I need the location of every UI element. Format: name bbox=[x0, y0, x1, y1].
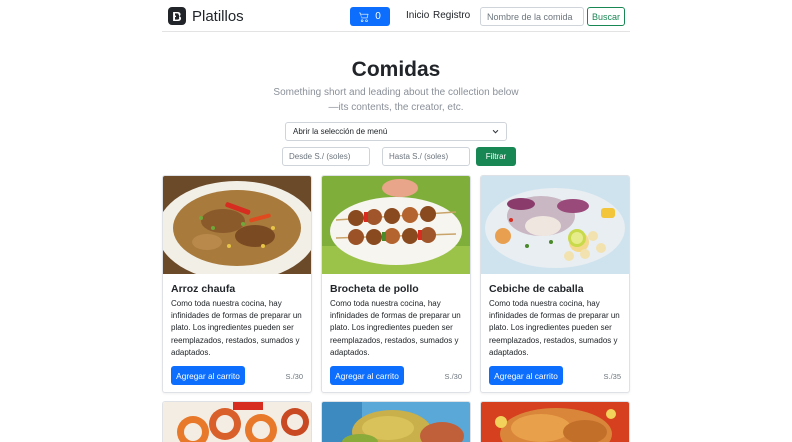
card-text: Como toda nuestra cocina, hay infinidade… bbox=[489, 299, 620, 357]
food-card-image bbox=[321, 401, 471, 442]
search-input[interactable] bbox=[480, 7, 584, 26]
food-card-image bbox=[162, 401, 312, 442]
page-title: Comidas bbox=[351, 58, 441, 81]
add-to-cart-button[interactable]: Agregar al carrito bbox=[171, 366, 245, 385]
cart-icon bbox=[359, 12, 369, 22]
nav-link-inicio[interactable]: Inicio bbox=[406, 10, 429, 21]
card-price: S./35 bbox=[603, 372, 621, 381]
menu-select[interactable]: Abrir la selección de menú bbox=[285, 122, 507, 141]
menu-select-value: Abrir la selección de menú bbox=[293, 127, 388, 136]
page-lead: Something short and leading about the co… bbox=[273, 87, 519, 113]
card-title: Cebiche de caballa bbox=[489, 283, 584, 295]
card-text: Como toda nuestra cocina, hay infinidade… bbox=[171, 299, 302, 357]
food-card: Arroz chaufa Como toda nuestra cocina, h… bbox=[162, 175, 312, 393]
food-card: Cebiche de caballa Como toda nuestra coc… bbox=[480, 175, 630, 393]
brand-name: Platillos bbox=[192, 7, 244, 25]
card-price: S./30 bbox=[444, 372, 462, 381]
navbar: B Platillos 0 Inicio Registro Buscar bbox=[0, 0, 792, 32]
navbar-divider bbox=[162, 31, 630, 32]
card-title: Brocheta de pollo bbox=[330, 283, 419, 295]
food-card-image bbox=[480, 401, 630, 442]
bootstrap-logo-icon: B bbox=[168, 7, 186, 25]
price-from-input[interactable] bbox=[282, 147, 370, 166]
card-title: Arroz chaufa bbox=[171, 283, 236, 295]
add-to-cart-button[interactable]: Agregar al carrito bbox=[489, 366, 563, 385]
chevron-down-icon bbox=[492, 129, 499, 134]
brand[interactable]: B Platillos bbox=[168, 6, 244, 26]
food-image-brocheta-de-pollo bbox=[322, 176, 470, 274]
food-card: Brocheta de pollo Como toda nuestra coci… bbox=[321, 175, 471, 393]
add-to-cart-button[interactable]: Agregar al carrito bbox=[330, 366, 404, 385]
nav-link-registro[interactable]: Registro bbox=[433, 10, 470, 21]
food-image-cebiche-de-caballa bbox=[481, 176, 629, 274]
food-image-arroz-chaufa bbox=[163, 176, 311, 274]
card-text: Como toda nuestra cocina, hay infinidade… bbox=[330, 299, 461, 357]
cart-button[interactable]: 0 bbox=[350, 7, 390, 26]
price-to-input[interactable] bbox=[382, 147, 470, 166]
cart-count: 0 bbox=[375, 11, 381, 22]
filter-button[interactable]: Filtrar bbox=[476, 147, 516, 166]
card-price: S./30 bbox=[285, 372, 303, 381]
search-button[interactable]: Buscar bbox=[587, 7, 625, 26]
